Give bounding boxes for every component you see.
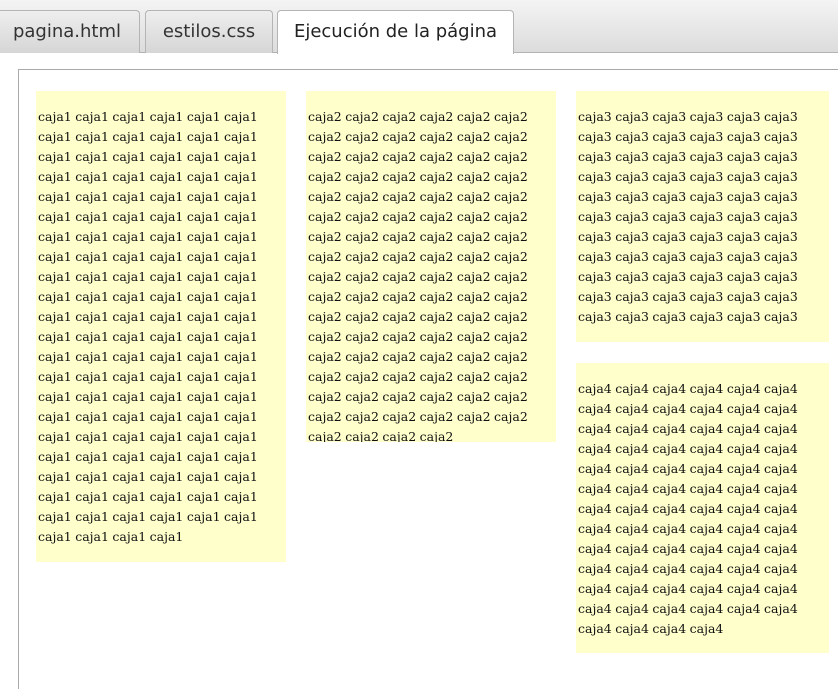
caja2-text: caja2 caja2 caja2 caja2 caja2 caja2 caja… [308, 109, 528, 442]
caja1-text: caja1 caja1 caja1 caja1 caja1 caja1 caja… [38, 109, 258, 544]
caja4-text: caja4 caja4 caja4 caja4 caja4 caja4 caja… [578, 381, 798, 636]
caja3-text: caja3 caja3 caja3 caja3 caja3 caja3 caja… [578, 109, 798, 324]
tab-pagina-html[interactable]: pagina.html [0, 10, 140, 53]
caja4-box: caja4 caja4 caja4 caja4 caja4 caja4 caja… [576, 363, 829, 653]
caja1-box: caja1 caja1 caja1 caja1 caja1 caja1 caja… [36, 91, 286, 562]
caja2-box: caja2 caja2 caja2 caja2 caja2 caja2 caja… [306, 91, 556, 442]
page-preview-frame: caja1 caja1 caja1 caja1 caja1 caja1 caja… [18, 69, 838, 689]
tab-estilos-css[interactable]: estilos.css [145, 10, 273, 53]
tab-bar: pagina.html estilos.css Ejecución de la … [0, 0, 838, 54]
tab-ejecucion-pagina[interactable]: Ejecución de la página [277, 10, 514, 54]
caja3-box: caja3 caja3 caja3 caja3 caja3 caja3 caja… [576, 91, 829, 342]
